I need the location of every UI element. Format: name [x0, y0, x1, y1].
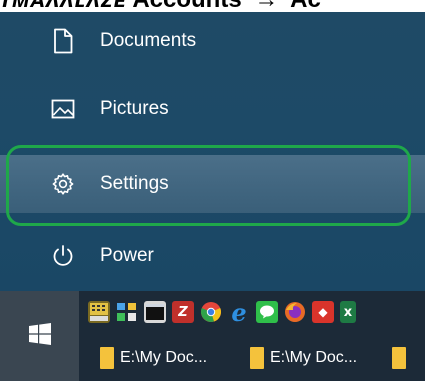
windows-logo-icon [28, 322, 51, 350]
taskbar-window-label: E:\My Doc... [270, 349, 358, 366]
start-item-label: Documents [100, 30, 197, 51]
start-item-label: Pictures [100, 98, 169, 119]
pictures-icon [50, 96, 76, 122]
filezilla-icon[interactable]: Z [172, 301, 194, 323]
line-icon[interactable] [256, 301, 278, 323]
caption-tail: Ac [290, 0, 321, 12]
excel-icon[interactable]: x [340, 301, 356, 323]
screenshot: ᴛᴍᴀᴧᴧʟᴧᴢᴇ Accounts → Ac Documents Pictur… [0, 0, 425, 381]
taskbar: Z e ◆ x E:\My Doc... E:\My Doc... [0, 291, 425, 381]
start-item-settings[interactable]: Settings [0, 155, 425, 213]
network-app-icon[interactable] [116, 301, 138, 323]
document-icon [50, 28, 76, 54]
start-button[interactable] [0, 291, 79, 381]
start-item-power[interactable]: Power [0, 227, 425, 285]
folder-icon [392, 347, 406, 369]
calculator-app-icon[interactable] [88, 301, 110, 323]
quick-launch-bar: Z e ◆ x [88, 298, 356, 327]
caption-prefix: ᴛᴍᴀᴧᴧʟᴧᴢᴇ [0, 0, 127, 12]
terminal-app-icon[interactable] [144, 301, 166, 323]
caption-text: ᴛᴍᴀᴧᴧʟᴧᴢᴇ Accounts → Ac [0, 0, 425, 12]
chrome-icon[interactable] [200, 301, 222, 323]
taskbar-window-label: E:\My Doc... [120, 349, 208, 366]
caption-path: Accounts [132, 0, 241, 12]
folder-icon [100, 347, 114, 369]
caption-arrow: → [254, 0, 278, 12]
power-icon [50, 243, 76, 269]
taskbar-window-button[interactable] [392, 343, 412, 373]
firefox-icon[interactable] [284, 301, 306, 323]
start-item-pictures[interactable]: Pictures [0, 80, 425, 138]
red-app-icon[interactable]: ◆ [312, 301, 334, 323]
start-menu: Documents Pictures Settings Power [0, 12, 425, 291]
start-item-label: Settings [100, 173, 169, 194]
start-item-documents[interactable]: Documents [0, 12, 425, 70]
gear-icon [50, 171, 76, 197]
taskbar-window-button[interactable]: E:\My Doc... [250, 343, 357, 373]
start-item-label: Power [100, 245, 154, 266]
taskbar-window-button[interactable]: E:\My Doc... [100, 343, 207, 373]
edge-icon[interactable]: e [228, 298, 250, 327]
folder-icon [250, 347, 264, 369]
